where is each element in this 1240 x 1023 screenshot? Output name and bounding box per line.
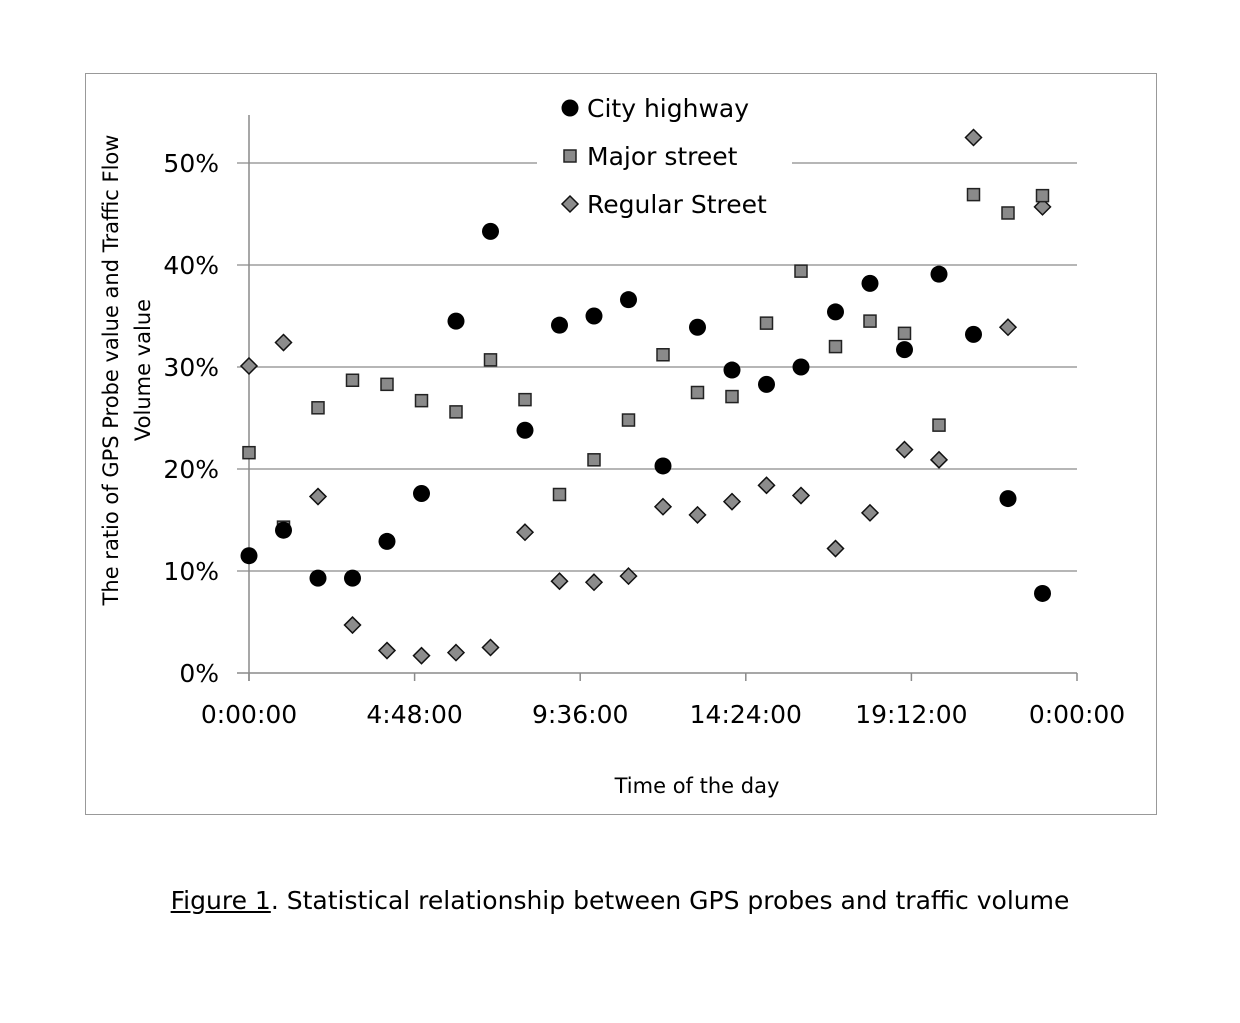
diamond-point xyxy=(550,572,569,591)
legend-marker-square xyxy=(563,149,577,163)
circle-point xyxy=(965,325,982,343)
y-tick-labels: 0% 10% 20% 30% 40% 50% xyxy=(163,149,219,688)
circle-point xyxy=(930,265,948,283)
diamond-point xyxy=(895,440,914,459)
square-point xyxy=(932,418,946,432)
x-tick-label: 14:24:00 xyxy=(690,700,802,729)
legend-label: City highway xyxy=(587,94,749,123)
diamond-point xyxy=(274,333,293,352)
x-tick-label: 9:36:00 xyxy=(532,700,628,729)
circle-point xyxy=(689,318,706,336)
diamond-point xyxy=(929,450,949,469)
circle-point xyxy=(447,312,465,330)
diamond-point xyxy=(377,641,397,660)
series-city-highway xyxy=(240,222,1051,602)
circle-point xyxy=(620,291,637,309)
circle-point xyxy=(827,303,844,321)
diamond-point xyxy=(481,638,500,657)
circle-point xyxy=(516,421,534,439)
square-point xyxy=(1035,188,1050,203)
x-axis-title: Time of the day xyxy=(614,774,780,798)
diamond-point xyxy=(791,486,811,505)
square-point xyxy=(863,314,877,328)
diamond-point xyxy=(757,476,776,495)
square-point xyxy=(449,405,463,419)
y-axis-title-line-1: The ratio of GPS Probe value and Traffic… xyxy=(99,135,123,607)
circle-point xyxy=(723,361,741,379)
square-point xyxy=(897,326,912,341)
y-tick-label: 20% xyxy=(163,455,219,484)
legend-marker-diamond xyxy=(560,194,580,214)
diamond-point xyxy=(964,128,983,147)
circle-point xyxy=(482,222,499,240)
figure-label: Figure 1 xyxy=(170,886,271,915)
circle-point xyxy=(896,341,913,359)
circle-point xyxy=(758,375,775,393)
diamond-point xyxy=(446,643,466,662)
diamond-point xyxy=(722,492,742,511)
square-point xyxy=(690,385,705,400)
square-point xyxy=(380,377,394,392)
y-tick-label: 30% xyxy=(163,353,219,382)
circle-point xyxy=(654,457,672,475)
legend: City highway Major street Regular Street xyxy=(560,94,767,219)
square-point xyxy=(1001,206,1015,220)
square-point xyxy=(828,339,843,354)
y-axis-title-line-2: Volume value xyxy=(131,299,155,441)
circle-point xyxy=(309,569,327,587)
diamond-point xyxy=(239,356,259,376)
legend-marker-circle xyxy=(561,99,579,117)
square-point xyxy=(587,453,601,467)
diamond-point xyxy=(826,539,845,558)
diamond-point xyxy=(860,503,880,522)
circle-point xyxy=(275,521,292,539)
x-tick-label: 4:48:00 xyxy=(366,700,462,729)
diamond-point xyxy=(688,505,707,524)
circle-point xyxy=(999,490,1017,508)
x-tick-labels: 0:00:00 4:48:00 9:36:00 14:24:00 19:12:00 0:0… xyxy=(201,700,1125,729)
diamond-point xyxy=(412,646,431,665)
circle-point xyxy=(413,484,430,502)
circle-point xyxy=(378,532,396,550)
legend-label: Regular Street xyxy=(587,190,767,219)
circle-point xyxy=(240,547,258,565)
square-point xyxy=(656,348,670,362)
circle-point xyxy=(551,316,568,334)
square-point xyxy=(725,389,739,404)
square-point xyxy=(345,373,360,388)
circle-point xyxy=(585,307,603,325)
x-tick-label: 0:00:00 xyxy=(201,700,297,729)
square-point xyxy=(759,316,774,330)
diamond-point xyxy=(515,523,535,542)
square-point xyxy=(621,413,636,427)
legend-label: Major street xyxy=(587,142,738,171)
diamond-point xyxy=(584,573,604,592)
figure-caption: Figure 1. Statistical relationship betwe… xyxy=(0,886,1240,915)
caption-text: . Statistical relationship between GPS p… xyxy=(270,886,1070,915)
circle-point xyxy=(344,569,361,587)
diamond-point xyxy=(998,318,1018,337)
square-point xyxy=(414,393,429,408)
circle-point xyxy=(1034,584,1051,602)
square-point xyxy=(552,487,567,502)
y-tick-label: 10% xyxy=(163,557,219,586)
square-point xyxy=(518,392,532,407)
square-point xyxy=(311,401,325,415)
circle-point xyxy=(861,274,879,292)
square-point xyxy=(242,445,256,460)
series-major-street xyxy=(242,187,1050,534)
x-tick-label: 19:12:00 xyxy=(855,700,967,729)
circle-point xyxy=(792,358,810,376)
y-tick-label: 40% xyxy=(163,251,219,280)
y-tick-label: 50% xyxy=(163,149,219,178)
square-point xyxy=(794,264,808,278)
scatter-chart: 0% 10% 20% 30% 40% 50% 0:00:00 4:48:00 9:36:00 1… xyxy=(99,94,1125,798)
square-point xyxy=(966,187,981,202)
diamond-point xyxy=(308,487,328,506)
diamond-point xyxy=(653,497,673,516)
y-tick-label: 0% xyxy=(179,659,219,688)
square-point xyxy=(483,353,498,367)
x-tick-label: 0:00:00 xyxy=(1029,700,1125,729)
diamond-point xyxy=(343,615,362,635)
